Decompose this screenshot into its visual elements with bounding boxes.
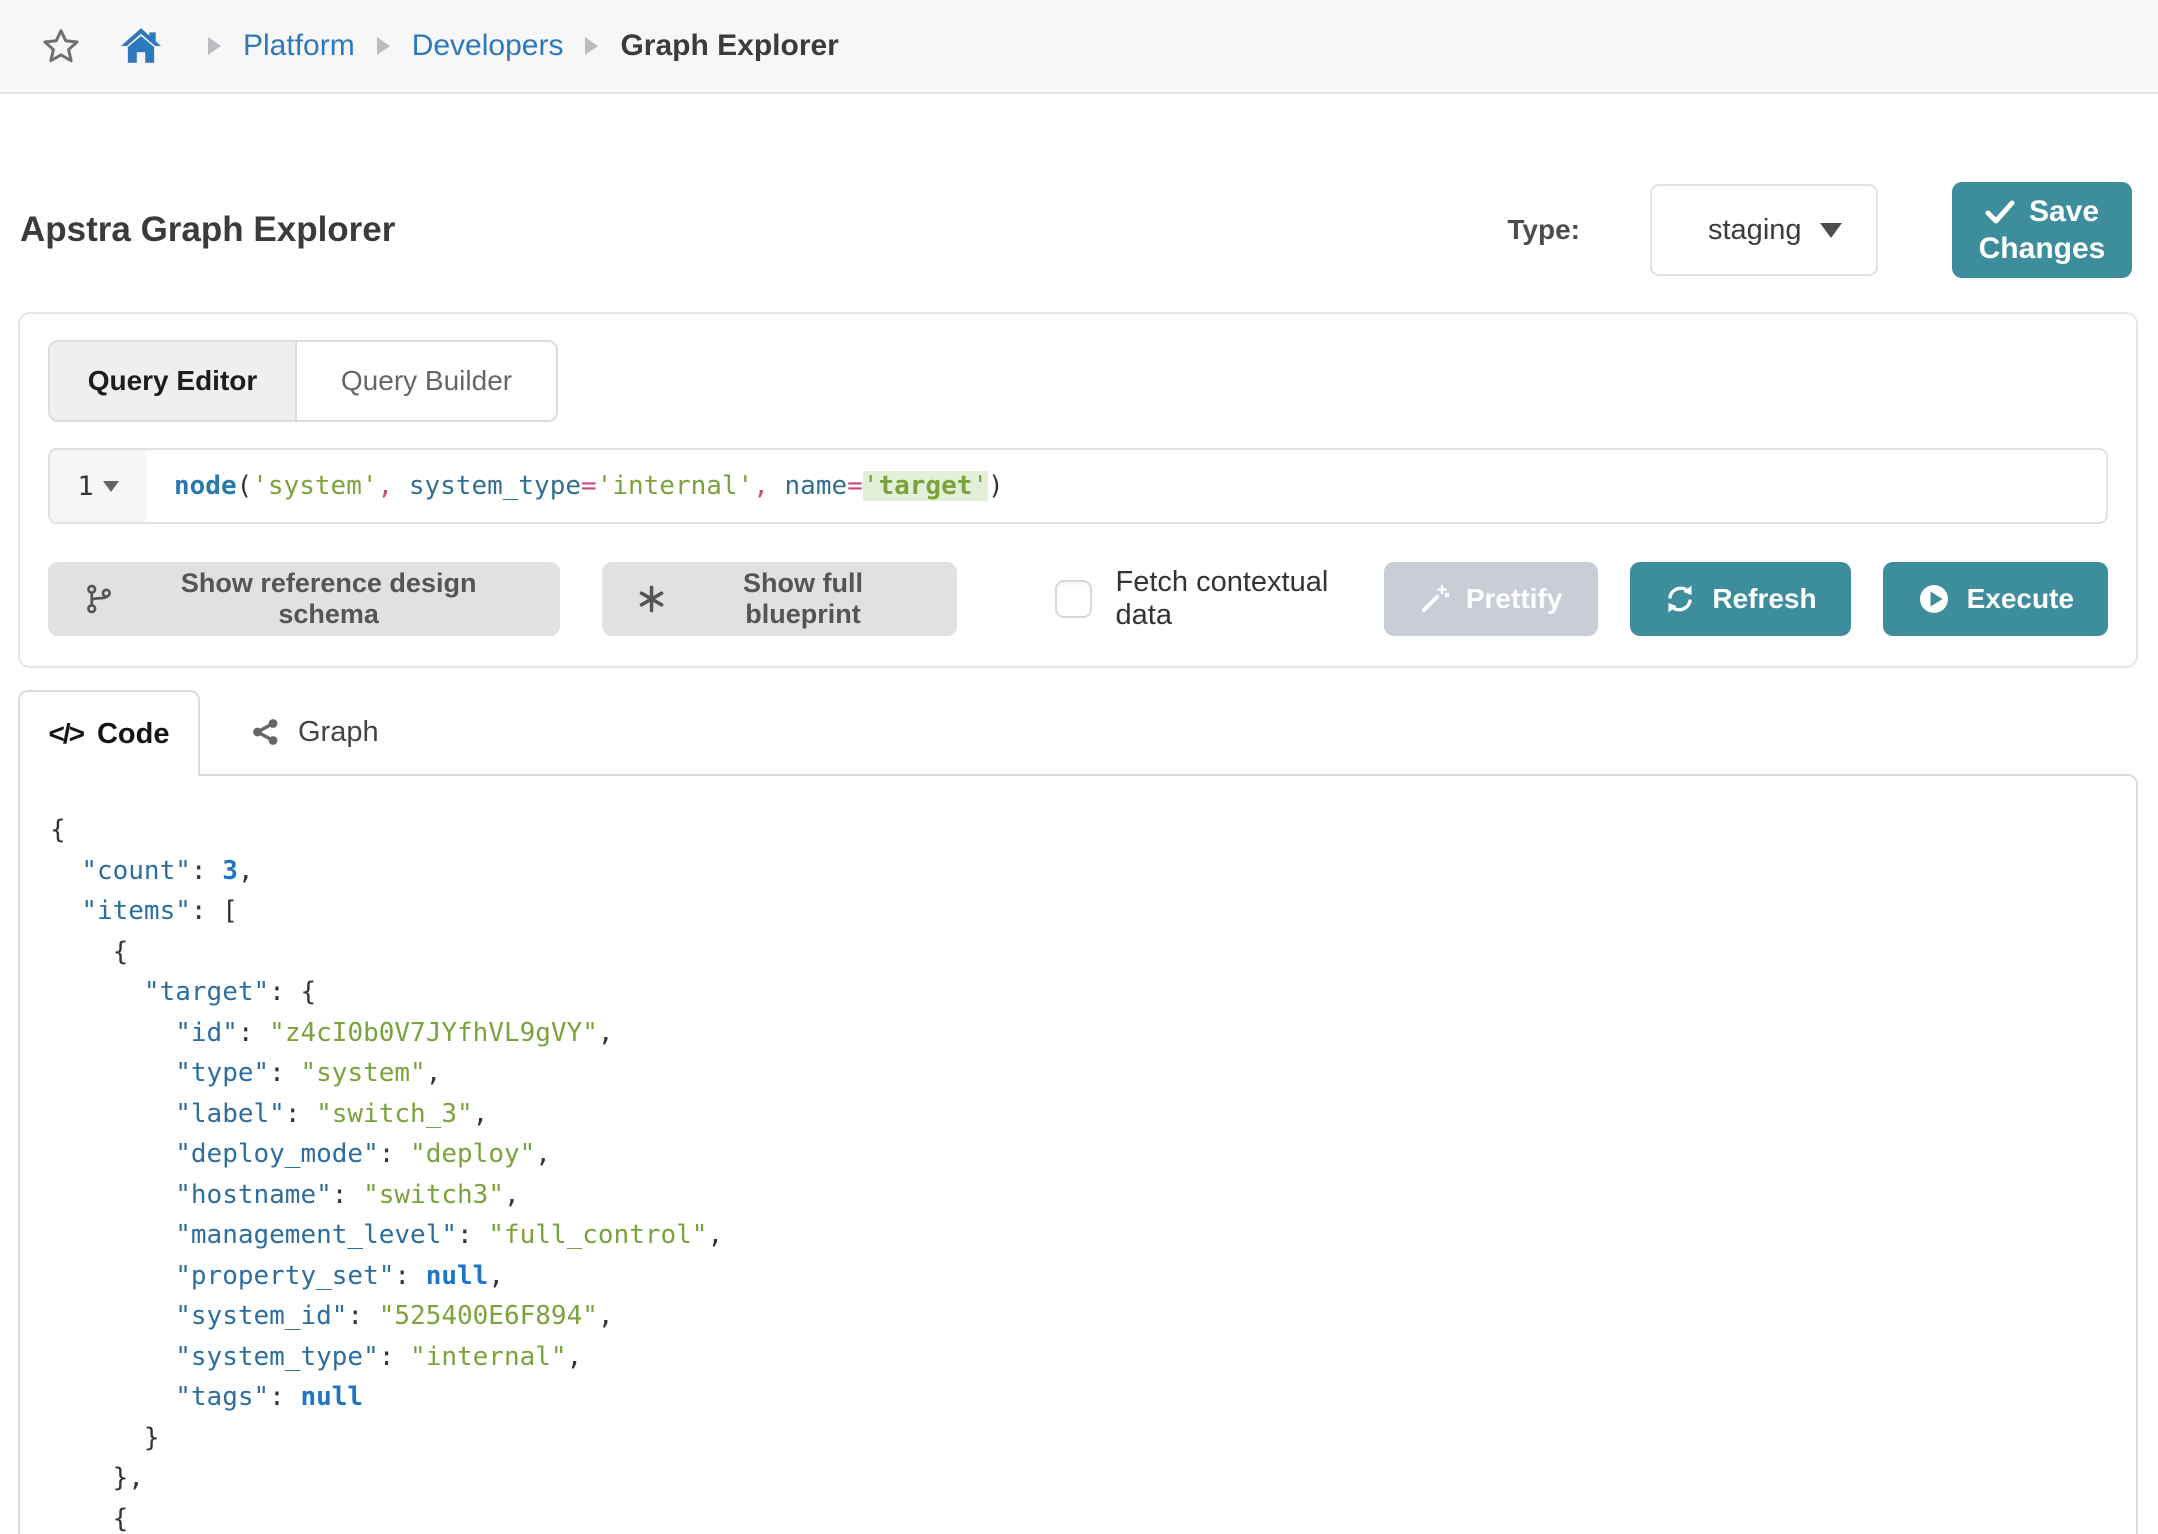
json-line: }, [50, 1458, 2106, 1499]
fetch-contextual-checkbox[interactable] [1055, 580, 1092, 618]
type-label: Type: [1507, 214, 1580, 246]
fold-caret-icon[interactable] [103, 481, 119, 492]
chevron-down-icon [1820, 223, 1842, 238]
code-output-panel: { "count": 3, "items": [ { "target": { "… [18, 774, 2138, 1534]
tab-label: Code [97, 718, 170, 751]
asterisk-icon [638, 585, 665, 613]
save-changes-button[interactable]: Save Changes [1952, 182, 2132, 278]
tab-query-editor[interactable]: Query Editor [50, 342, 297, 420]
json-line: "tags": null [50, 1377, 2106, 1418]
json-line: } [50, 1418, 2106, 1459]
json-line: "deploy_mode": "deploy", [50, 1134, 2106, 1175]
type-select[interactable]: staging [1650, 184, 1878, 276]
tab-graph[interactable]: Graph [200, 690, 379, 774]
breadcrumb-bar: Platform Developers Graph Explorer [0, 0, 2158, 94]
json-line: "items": [ [50, 891, 2106, 932]
title-row: Apstra Graph Explorer Type: staging Save… [20, 182, 2132, 278]
json-line: "count": 3, [50, 851, 2106, 892]
code-icon: </> [49, 718, 83, 750]
output-tabs: </> Code Graph [18, 690, 2138, 774]
json-line: "target": { [50, 972, 2106, 1013]
play-circle-icon [1917, 582, 1951, 616]
code-branch-icon [84, 583, 113, 615]
tab-label: Graph [298, 716, 379, 749]
breadcrumb-link-platform[interactable]: Platform [243, 29, 355, 63]
line-number: 1 [77, 471, 93, 502]
tab-query-builder[interactable]: Query Builder [297, 342, 556, 420]
type-select-value: staging [1708, 214, 1802, 247]
query-mode-tabs: Query Editor Query Builder [48, 340, 558, 422]
home-icon[interactable] [120, 27, 162, 65]
title-actions: Type: staging Save Changes [1507, 182, 2132, 278]
button-label: Show reference design schema [133, 568, 524, 630]
fetch-contextual-label[interactable]: Fetch contextual data [1116, 566, 1384, 632]
save-button-line1: Save [2029, 193, 2099, 230]
query-code-editor[interactable]: 1 node('system', system_type='internal',… [48, 448, 2108, 524]
button-label: Prettify [1466, 583, 1562, 615]
breadcrumb-current: Graph Explorer [620, 29, 838, 63]
share-icon [250, 717, 280, 747]
json-line: "system_type": "internal", [50, 1337, 2106, 1378]
button-label: Execute [1967, 583, 2074, 615]
show-full-blueprint-button[interactable]: Show full blueprint [602, 562, 956, 636]
query-code-line[interactable]: node('system', system_type='internal', n… [146, 450, 2106, 522]
page-title: Apstra Graph Explorer [20, 210, 395, 250]
json-line: "type": "system", [50, 1053, 2106, 1094]
favorite-star-icon[interactable] [42, 27, 80, 65]
output-card: </> Code Graph { "count": 3, "items": [ … [18, 690, 2138, 1534]
button-label: Refresh [1712, 583, 1816, 615]
editor-gutter: 1 [50, 450, 146, 522]
chevron-right-icon [377, 37, 390, 55]
show-reference-design-schema-button[interactable]: Show reference design schema [48, 562, 560, 636]
query-editor-card: Query Editor Query Builder 1 node('syste… [18, 312, 2138, 668]
save-button-line2: Changes [1979, 230, 2106, 267]
breadcrumb-link-developers[interactable]: Developers [412, 29, 564, 63]
prettify-button[interactable]: Prettify [1384, 562, 1598, 636]
json-line: { [50, 1499, 2106, 1534]
chevron-right-icon [585, 37, 598, 55]
json-output: { "count": 3, "items": [ { "target": { "… [50, 810, 2106, 1534]
magic-wand-icon [1420, 584, 1450, 614]
button-label: Show full blueprint [685, 568, 920, 630]
fetch-contextual-group: Fetch contextual data [1055, 566, 1384, 632]
chevron-right-icon [208, 37, 221, 55]
execute-button[interactable]: Execute [1883, 562, 2108, 636]
json-line: { [50, 932, 2106, 973]
json-line: "label": "switch_3", [50, 1094, 2106, 1135]
json-line: "management_level": "full_control", [50, 1215, 2106, 1256]
refresh-button[interactable]: Refresh [1630, 562, 1850, 636]
query-actions-row: Show reference design schema Show full b… [48, 562, 2108, 636]
json-line: "id": "z4cI0b0V7JYfhVL9gVY", [50, 1013, 2106, 1054]
json-line: { [50, 810, 2106, 851]
json-line: "system_id": "525400E6F894", [50, 1296, 2106, 1337]
json-line: "hostname": "switch3", [50, 1175, 2106, 1216]
refresh-icon [1664, 583, 1696, 615]
json-line: "property_set": null, [50, 1256, 2106, 1297]
check-icon [1985, 199, 2015, 225]
tab-code[interactable]: </> Code [18, 690, 200, 776]
